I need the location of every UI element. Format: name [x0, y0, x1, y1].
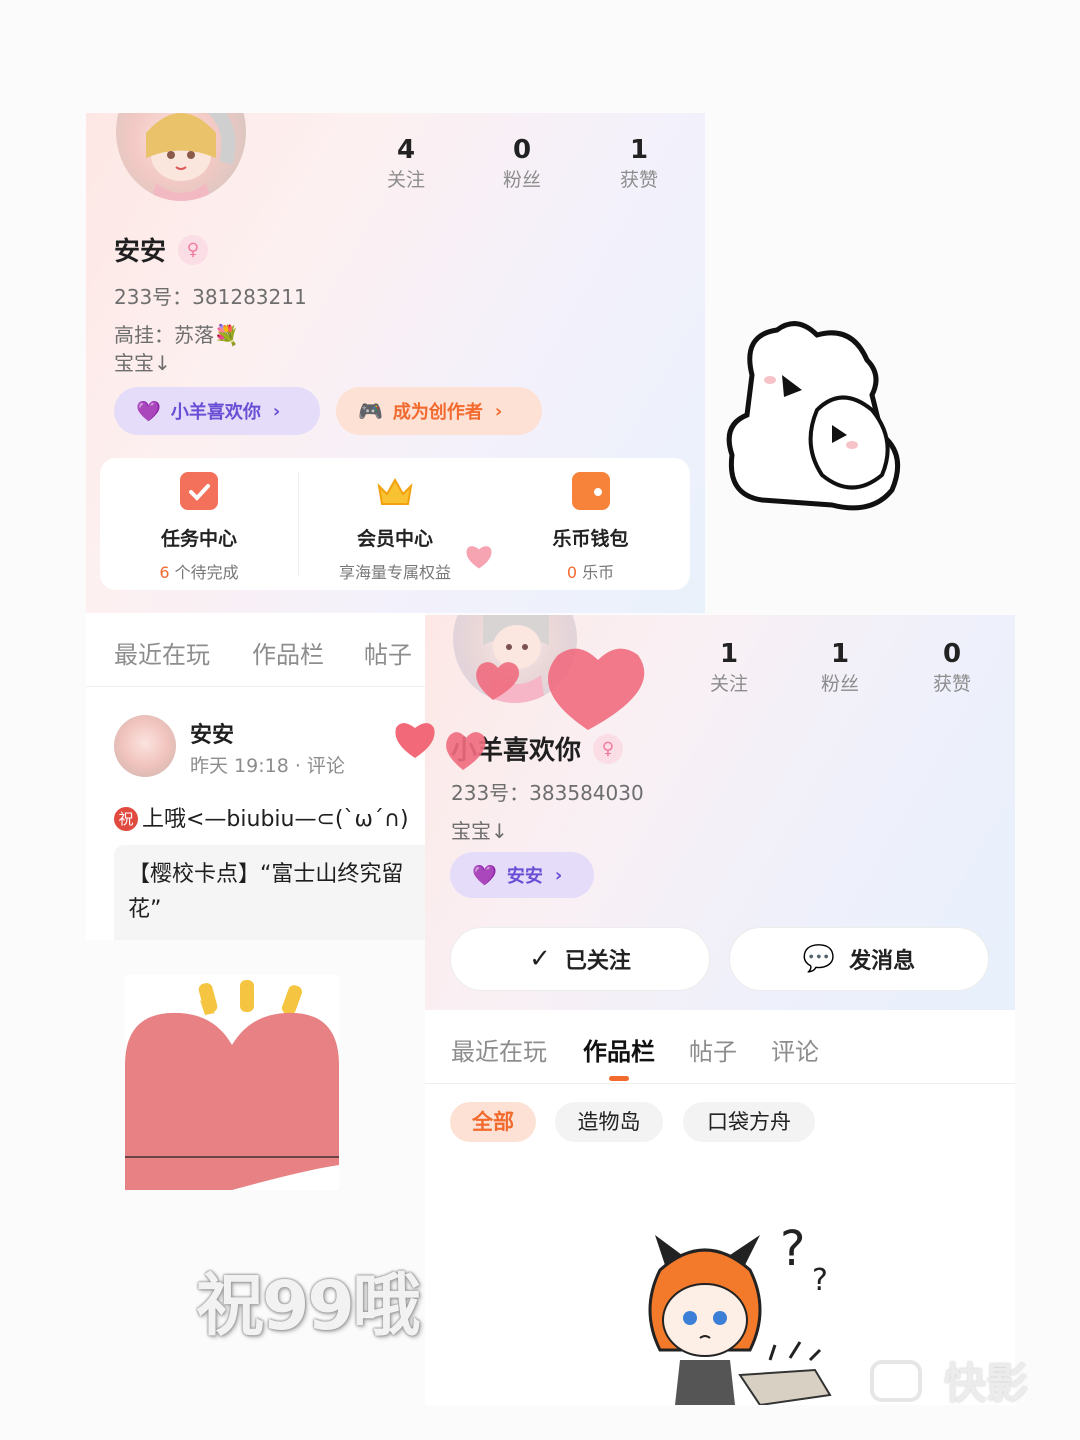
heart-icon [125, 980, 339, 1190]
divider [86, 686, 426, 687]
pill-label: 成为创作者 [392, 402, 483, 423]
chevron-right-icon: › [272, 400, 281, 422]
button-label: 发消息 [849, 949, 916, 974]
chevron-right-icon: › [554, 864, 563, 886]
check-icon: ✓ [529, 944, 551, 974]
profile-b-content: 最近在玩 作品栏 帖子 评论 全部 造物岛 口袋方舟 ? ? [425, 1010, 1015, 1405]
post-text: 祝上哦<—biubiu—⊂(`ω´∩) [114, 801, 409, 833]
watermark-text: 快影 [944, 1359, 1029, 1408]
camera-icon [870, 1359, 922, 1402]
vip-center[interactable]: 会员中心 享海量专属权益 [299, 458, 491, 590]
stat-value: 1 [830, 639, 850, 669]
pill-label: 安安 [506, 866, 543, 887]
tab-works[interactable]: 作品栏 [583, 1032, 655, 1067]
heart-icon: 💜 [136, 399, 161, 423]
tab-posts[interactable]: 帖子 [689, 1032, 737, 1067]
bio-line: 高挂：苏落💐 [114, 323, 239, 347]
profile-name: 安安 [114, 237, 167, 267]
send-message-button[interactable]: 💬 发消息 [729, 927, 989, 991]
pending-count: 6 [159, 563, 170, 582]
user-id: 233号：383584030 [451, 781, 644, 805]
post-author-name[interactable]: 安安 [190, 717, 234, 749]
stat-label: 获赞 [932, 673, 971, 695]
stat-label: 关注 [709, 673, 748, 695]
button-label: 已关注 [564, 949, 631, 974]
stat-label: 获赞 [619, 169, 658, 191]
female-icon: ♀ [178, 234, 209, 265]
user-id: 233号：381283211 [114, 285, 307, 309]
chat-bubble-icon: 💬 [802, 944, 836, 974]
tab-posts[interactable]: 帖子 [364, 635, 412, 670]
divider [425, 1083, 1015, 1084]
stat-fans[interactable]: 0 粉丝 [482, 135, 562, 192]
stat-likes[interactable]: 1 获赞 [599, 135, 679, 192]
gamepad-icon: 🎮 [358, 399, 383, 423]
filter-chip-pocket-ark[interactable]: 口袋方舟 [683, 1102, 815, 1142]
bio-line: 宝宝↓ [114, 351, 171, 375]
tab-comments[interactable]: 评论 [771, 1032, 819, 1067]
pill-label: 小羊喜欢你 [170, 402, 261, 423]
coin-count: 0 [566, 563, 578, 582]
panel-subtitle-text: 乐币 [577, 563, 615, 582]
stat-fans[interactable]: 1 粉丝 [800, 639, 880, 696]
heart-decoration [395, 723, 435, 758]
kuaiying-watermark: 快影 [870, 1350, 1028, 1411]
svg-text:?: ? [812, 1263, 828, 1298]
task-center[interactable]: 任务中心 6 个待完成 [100, 458, 298, 590]
stat-value: 0 [942, 639, 962, 669]
panel-title: 乐币钱包 [552, 528, 629, 550]
stat-value: 1 [719, 639, 739, 669]
avatar[interactable] [116, 113, 246, 201]
confused-chibi-sticker: ? ? [648, 1221, 832, 1405]
bio-line: 宝宝↓ [451, 819, 508, 843]
stat-label: 粉丝 [820, 673, 859, 695]
chevron-right-icon: › [494, 400, 503, 422]
stat-value: 1 [629, 135, 649, 165]
linked-user-pill[interactable]: 💜 安安 › [450, 852, 594, 898]
post-text-content: 上哦<—biubiu—⊂(`ω´∩) [142, 807, 409, 832]
tab-recent[interactable]: 最近在玩 [451, 1032, 547, 1067]
wallet-icon [571, 472, 610, 510]
wallet[interactable]: 乐币钱包 0 乐币 [491, 458, 690, 590]
big-heart-sticker [125, 975, 339, 1190]
stat-label: 粉丝 [502, 169, 541, 191]
heart-icon: 💜 [472, 863, 497, 887]
stat-likes[interactable]: 0 获赞 [912, 639, 992, 696]
stat-follow[interactable]: 1 关注 [689, 639, 769, 696]
post-meta: 昨天 19:18 · 评论 [190, 755, 345, 777]
stat-label: 关注 [386, 169, 425, 191]
caption-text: 祝99哦 [196, 1267, 421, 1346]
heart-decoration [466, 546, 492, 569]
svg-text:?: ? [780, 1221, 805, 1277]
profile-name-row: 安安 ♀ [114, 231, 209, 268]
zhu-badge-icon: 祝 [114, 807, 138, 831]
profile-a-content: 最近在玩 作品栏 帖子 安安 昨天 19:18 · 评论 祝上哦<—biubiu… [86, 613, 426, 940]
stat-follow[interactable]: 4 关注 [366, 135, 446, 192]
tab-works[interactable]: 作品栏 [252, 635, 324, 670]
services-panel: 任务中心 6 个待完成 会员中心 享海量专属权益 乐币钱包 0 乐币 [100, 458, 690, 590]
active-tab-indicator [609, 1076, 629, 1081]
post-quote[interactable]: 【樱校卡点】“富士山终究留花” [114, 845, 426, 940]
panel-subtitle: 6 个待完成 [100, 559, 298, 583]
become-creator-pill[interactable]: 🎮 成为创作者 › [336, 387, 542, 435]
filter-chip-all[interactable]: 全部 [450, 1102, 536, 1142]
anime-girl-avatar-image [146, 113, 236, 201]
stat-value: 4 [396, 135, 416, 165]
crown-icon [376, 472, 414, 510]
panel-subtitle: 享海量专属权益 [338, 563, 451, 582]
hugging-bunnies-sticker [726, 321, 901, 511]
calendar-check-icon [180, 472, 218, 510]
panel-subtitle: 0 乐币 [491, 559, 690, 583]
floating-hearts-decoration [446, 648, 645, 770]
panel-title: 会员中心 [356, 528, 433, 550]
following-button[interactable]: ✓ 已关注 [450, 927, 710, 991]
tab-recent[interactable]: 最近在玩 [114, 635, 210, 670]
post-author-avatar[interactable] [114, 715, 176, 777]
panel-subtitle-text: 个待完成 [169, 563, 239, 582]
profile-card-a: 4 关注 0 粉丝 1 获赞 安安 ♀ 233号：381283211 高挂：苏落… [86, 113, 705, 613]
linked-user-pill[interactable]: 💜 小羊喜欢你 › [114, 387, 320, 435]
filter-chip-creation-island[interactable]: 造物岛 [555, 1102, 663, 1142]
panel-title: 任务中心 [160, 528, 237, 550]
stat-value: 0 [512, 135, 532, 165]
